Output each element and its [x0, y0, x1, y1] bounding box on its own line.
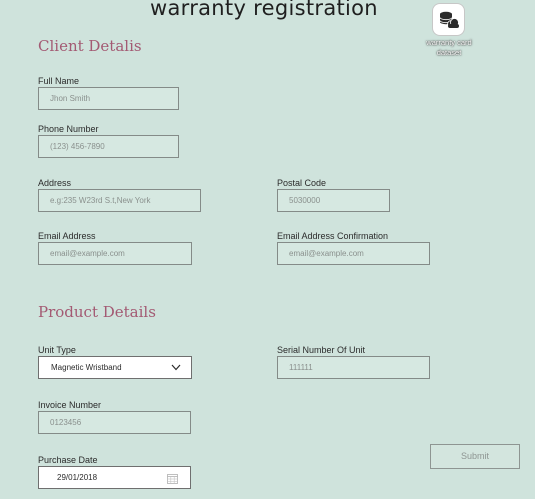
serial-number-field[interactable]: 111111: [277, 356, 430, 379]
email-label: Email Address: [38, 231, 96, 241]
purchase-date-label: Purchase Date: [38, 455, 98, 465]
unit-type-select[interactable]: Magnetic Wristband: [38, 356, 192, 379]
postal-code-field[interactable]: 5030000: [277, 189, 390, 212]
phone-number-label: Phone Number: [38, 124, 99, 134]
cloud-database-icon: [439, 11, 459, 28]
product-details-heading: Product Details: [38, 303, 156, 321]
serial-number-label: Serial Number Of Unit: [277, 345, 366, 355]
postal-code-label: Postal Code: [277, 178, 327, 188]
purchase-date-value: 29/01/2018: [57, 473, 98, 482]
unit-type-label: Unit Type: [38, 345, 76, 355]
full-name-label: Full Name: [38, 76, 80, 86]
submit-button[interactable]: Submit: [430, 444, 520, 469]
page-title: warranty registration: [150, 0, 378, 20]
desktop-shortcut-label[interactable]: warranty card dataset: [418, 38, 480, 58]
address-label: Address: [38, 178, 72, 188]
unit-type-value: Magnetic Wristband: [51, 363, 122, 372]
phone-number-field[interactable]: (123) 456-7890: [38, 135, 179, 158]
email-confirmation-field[interactable]: email@example.com: [277, 242, 430, 265]
calendar-icon[interactable]: [167, 473, 178, 484]
invoice-number-field[interactable]: 0123456: [38, 411, 191, 434]
invoice-number-label: Invoice Number: [38, 400, 102, 410]
purchase-date-picker[interactable]: 29/01/2018: [38, 466, 191, 489]
desktop-shortcut[interactable]: [433, 4, 464, 35]
address-field[interactable]: e.g:235 W23rd S.t,New York: [38, 189, 201, 212]
client-details-heading: Client Detalis: [38, 37, 142, 55]
email-field[interactable]: email@example.com: [38, 242, 192, 265]
email-confirmation-label: Email Address Confirmation: [277, 231, 389, 241]
chevron-down-icon: [171, 364, 181, 371]
full-name-field[interactable]: Jhon Smith: [38, 87, 179, 110]
